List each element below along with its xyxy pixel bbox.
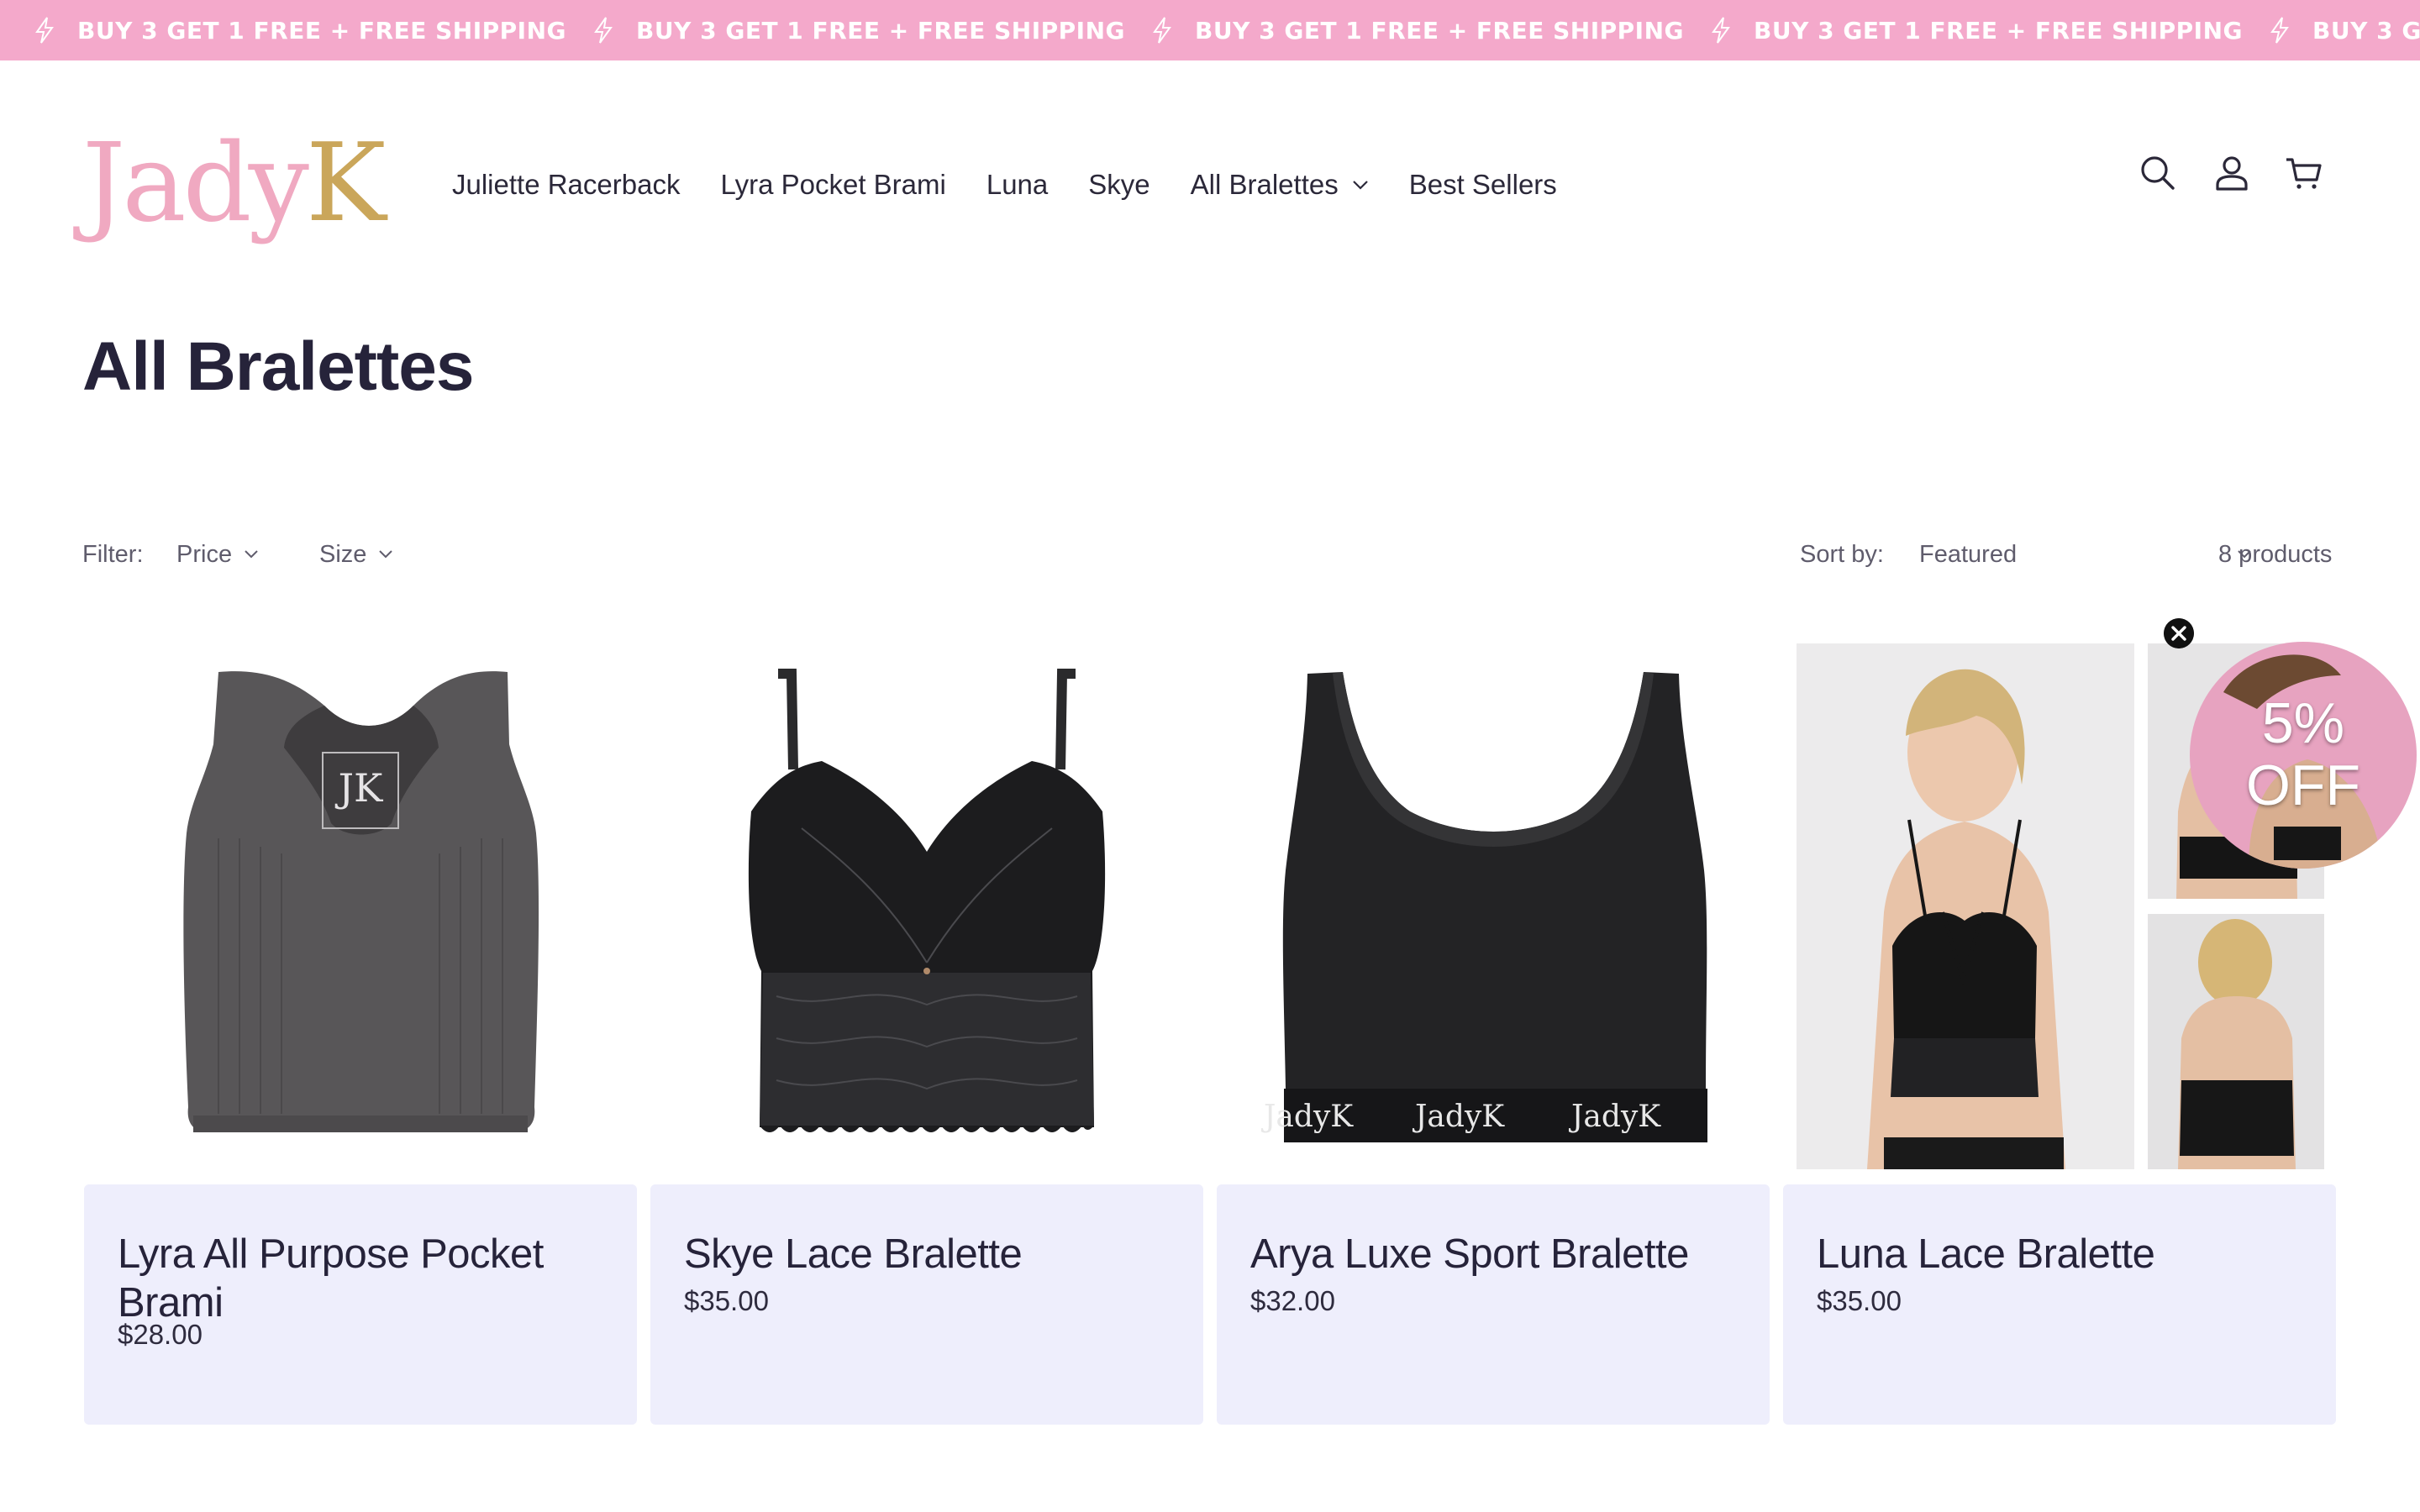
sort-select[interactable]: Featured — [1919, 529, 2252, 580]
main-nav: Juliette Racerback Lyra Pocket Brami Lun… — [452, 151, 1597, 218]
nav-label: Luna — [986, 169, 1049, 200]
cart-icon[interactable] — [2284, 153, 2324, 193]
waistband-logo-text: JadyK — [1412, 1100, 1505, 1134]
product-price: $35.00 — [1817, 1285, 1902, 1316]
product-price: $28.00 — [118, 1319, 203, 1350]
lightning-icon — [2270, 17, 2289, 44]
discount-promo-bubble[interactable]: 5% OFF — [2190, 642, 2417, 869]
filter-label: Filter: — [82, 540, 144, 568]
product-info: Lyra All Purpose Pocket Brami $28.00 — [84, 1184, 637, 1425]
account-icon[interactable] — [2212, 153, 2252, 193]
promo-percent: 5% — [2261, 691, 2345, 755]
price-filter[interactable]: Price — [176, 529, 259, 580]
nav-label: All Bralettes — [1190, 169, 1339, 200]
nav-label: Best Sellers — [1408, 169, 1557, 200]
page-title: All Bralettes — [82, 328, 475, 405]
product-image[interactable]: JK — [84, 643, 637, 1184]
logo-text-k: K — [305, 121, 387, 246]
announcement-text: BUY 3 GET 1 FREE + FREE SHIPPING — [2312, 16, 2420, 45]
size-filter-label: Size — [319, 540, 367, 568]
nav-item-best-sellers[interactable]: Best Sellers — [1409, 169, 1557, 201]
announcement-text: BUY 3 GET 1 FREE + FREE SHIPPING — [77, 16, 567, 45]
lace-bralette-image — [748, 669, 1106, 1132]
product-price: $32.00 — [1250, 1285, 1335, 1316]
product-price: $35.00 — [684, 1285, 769, 1316]
size-filter[interactable]: Size — [319, 529, 393, 580]
racerback-top-image: JK — [183, 671, 539, 1132]
price-filter-label: Price — [176, 540, 233, 568]
announcement-text: BUY 3 GET 1 FREE + FREE SHIPPING — [1754, 16, 2244, 45]
chevron-down-icon — [245, 550, 258, 559]
announcement-item: BUY 3 GET 1 FREE + FREE SHIPPING — [592, 0, 1125, 60]
sport-bralette-image: JadyK JadyK JadyK — [1260, 672, 1707, 1142]
nav-item-juliette-racerback[interactable]: Juliette Racerback — [452, 169, 680, 201]
sort-value: Featured — [1919, 540, 2018, 568]
waistband-logo-text: JadyK — [1568, 1100, 1661, 1134]
product-info: Luna Lace Bralette $35.00 — [1783, 1184, 2336, 1425]
announcement-item: BUY 3 GET 1 FREE + FREE SHIPPING — [2269, 0, 2420, 60]
lightning-icon — [1153, 17, 1171, 44]
nav-item-all-bralettes[interactable]: All Bralettes — [1191, 169, 1369, 201]
search-icon[interactable] — [2138, 153, 2178, 193]
close-icon[interactable] — [2164, 618, 2194, 648]
waistband-logo-text: JadyK — [1260, 1100, 1354, 1134]
sort-label: Sort by: — [1800, 540, 1884, 568]
lightning-icon — [1712, 17, 1730, 44]
site-header: JadyK Juliette Racerback Lyra Pocket Bra… — [0, 60, 2420, 292]
chevron-down-icon — [379, 550, 393, 559]
lightning-icon — [594, 17, 613, 44]
announcement-item: BUY 3 GET 1 FREE + FREE SHIPPING — [1151, 0, 1684, 60]
product-title[interactable]: Luna Lace Bralette — [1817, 1230, 2304, 1278]
garment-label: JK — [335, 765, 384, 811]
nav-label: Lyra Pocket Brami — [720, 169, 946, 200]
logo[interactable]: JadyK — [82, 121, 387, 247]
announcement-bar: BUY 3 GET 1 FREE + FREE SHIPPING BUY 3 G… — [0, 0, 2420, 60]
product-title[interactable]: Arya Luxe Sport Bralette — [1250, 1230, 1738, 1278]
product-card[interactable]: JadyK JadyK JadyK Arya Luxe Sport Bralet… — [1217, 643, 1770, 1425]
product-image[interactable] — [650, 643, 1203, 1184]
announcement-text: BUY 3 GET 1 FREE + FREE SHIPPING — [1195, 16, 1685, 45]
product-card[interactable]: Skye Lace Bralette $35.00 — [650, 643, 1203, 1425]
filter-bar: Filter: Price Size Sort by: Featured 8 p… — [82, 529, 2334, 580]
product-card[interactable]: JK Lyra All Purpose Pocket Brami $28.00 — [84, 643, 637, 1425]
announcement-item: BUY 3 GET 1 FREE + FREE SHIPPING — [1710, 0, 2243, 60]
nav-item-skye[interactable]: Skye — [1088, 169, 1150, 201]
product-title[interactable]: Lyra All Purpose Pocket Brami — [118, 1230, 605, 1327]
announcement-text: BUY 3 GET 1 FREE + FREE SHIPPING — [636, 16, 1126, 45]
logo-text-jady: Jady — [82, 121, 309, 246]
nav-label: Skye — [1088, 169, 1150, 200]
chevron-down-icon — [1352, 181, 1368, 190]
announcement-item: BUY 3 GET 1 FREE + FREE SHIPPING — [34, 0, 566, 60]
promo-off: OFF — [2246, 753, 2360, 817]
product-title[interactable]: Skye Lace Bralette — [684, 1230, 1171, 1278]
nav-item-luna[interactable]: Luna — [986, 169, 1048, 201]
product-count: 8 products — [2218, 540, 2333, 568]
lightning-icon — [35, 17, 54, 44]
promo-text: 5% OFF — [2190, 692, 2417, 816]
product-info: Skye Lace Bralette $35.00 — [650, 1184, 1203, 1425]
nav-item-lyra-pocket-brami[interactable]: Lyra Pocket Brami — [720, 169, 945, 201]
nav-label: Juliette Racerback — [452, 169, 681, 200]
product-image[interactable]: JadyK JadyK JadyK — [1217, 643, 1770, 1184]
product-info: Arya Luxe Sport Bralette $32.00 — [1217, 1184, 1770, 1425]
